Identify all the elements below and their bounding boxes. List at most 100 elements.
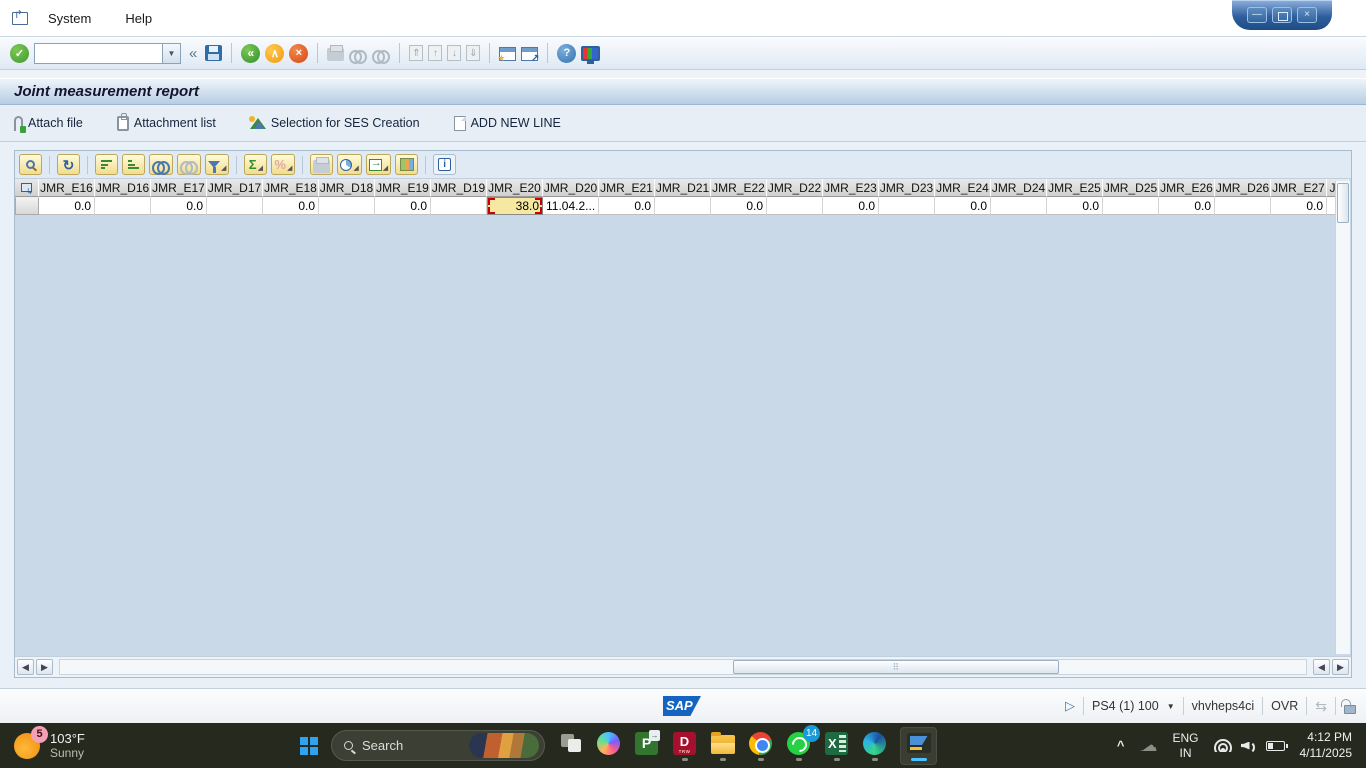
taskbar-item-chrome[interactable] <box>748 731 773 761</box>
column-header[interactable]: JMR_E17 <box>151 179 207 197</box>
print-button[interactable] <box>310 154 334 175</box>
grid-cell[interactable]: 0.0 <box>823 197 879 215</box>
start-button[interactable] <box>300 736 318 755</box>
horizontal-scrollbar[interactable] <box>59 659 1307 675</box>
column-header[interactable]: JMR_D21 <box>655 179 711 197</box>
column-header[interactable]: JMR_D25 <box>1103 179 1159 197</box>
export-button[interactable]: ◢ <box>365 154 392 175</box>
column-header[interactable]: JMR_D16 <box>95 179 151 197</box>
taskbar-item-task-view[interactable] <box>558 731 583 761</box>
subtotal-button[interactable]: % ◢ <box>271 154 296 175</box>
grid-cell[interactable] <box>1103 197 1159 215</box>
column-header[interactable]: JMR_E19 <box>375 179 431 197</box>
column-header[interactable]: JMR_E27 <box>1271 179 1327 197</box>
grid-cell[interactable]: 0.0 <box>263 197 319 215</box>
command-field[interactable] <box>34 42 162 64</box>
refresh-button[interactable]: ↻ <box>57 154 80 175</box>
grid-cell[interactable] <box>655 197 711 215</box>
save-icon[interactable] <box>205 45 223 61</box>
column-header[interactable]: JMR_E18 <box>263 179 319 197</box>
grid-cell[interactable] <box>207 197 263 215</box>
page-up-icon[interactable]: ↑ <box>428 45 443 61</box>
column-header[interactable]: JMR_E26 <box>1159 179 1215 197</box>
page-down-icon[interactable]: ↓ <box>447 45 462 61</box>
grid-cell[interactable]: 0.0 <box>711 197 767 215</box>
customize-layout-icon[interactable] <box>581 45 601 64</box>
vertical-scrollbar-thumb[interactable] <box>1337 183 1349 223</box>
taskbar-item-excel[interactable]: X <box>824 731 849 761</box>
grid-cell[interactable]: 0.0 <box>935 197 991 215</box>
restore-button[interactable] <box>1272 7 1292 23</box>
find-next-button[interactable] <box>177 154 201 175</box>
ses-creation-button[interactable]: Selection for SES Creation <box>248 115 420 130</box>
status-expand-icon[interactable]: ▷ <box>1065 698 1075 714</box>
column-header[interactable]: JMR_E21 <box>599 179 655 197</box>
find-button[interactable] <box>149 154 173 175</box>
grid-cell[interactable]: 0.0 <box>39 197 95 215</box>
column-header[interactable]: JMR_E23 <box>823 179 879 197</box>
enter-icon[interactable]: ✓ <box>10 43 29 63</box>
grid-cell[interactable]: 0.0 <box>375 197 431 215</box>
grid-cell[interactable] <box>991 197 1047 215</box>
grid-cell-selected[interactable]: 38.0 <box>487 197 543 215</box>
tray-chevron-icon[interactable]: ^ <box>1117 738 1125 753</box>
select-all-cell[interactable] <box>15 179 39 197</box>
menu-help[interactable]: Help <box>121 9 156 28</box>
details-button[interactable] <box>19 154 42 175</box>
column-header[interactable]: JMR_D23 <box>879 179 935 197</box>
clock[interactable]: 4:12 PM 4/11/2025 <box>1300 730 1353 761</box>
scroll-right-icon[interactable]: ▶ <box>36 659 53 675</box>
grid-cell[interactable]: 0.0 <box>1047 197 1103 215</box>
help-icon[interactable]: ? <box>557 43 577 63</box>
grid-cell[interactable] <box>319 197 375 215</box>
onedrive-paused-icon[interactable]: ☁ <box>1139 735 1157 756</box>
system-menu-icon[interactable] <box>12 8 28 25</box>
attachment-list-button[interactable]: Attachment list <box>116 112 216 131</box>
insert-mode-label[interactable]: OVR <box>1271 699 1298 713</box>
row-selector[interactable] <box>15 197 39 215</box>
sort-ascending-button[interactable] <box>95 154 118 175</box>
scroll-right-icon[interactable]: ▶ <box>1332 659 1349 675</box>
system-dropdown-icon[interactable]: ▼ <box>1167 702 1175 711</box>
taskbar-item-copilot[interactable] <box>596 731 621 761</box>
exit-icon[interactable]: ∧ <box>265 43 285 63</box>
taskbar-item-sap-logon-active[interactable] <box>900 726 937 765</box>
command-field-dropdown-icon[interactable]: ▼ <box>162 42 181 64</box>
taskbar-item-file-explorer[interactable] <box>710 731 735 761</box>
grid-cell[interactable] <box>431 197 487 215</box>
collapse-toolbar-icon[interactable]: « <box>189 45 197 62</box>
column-header[interactable]: JMR_E16 <box>39 179 95 197</box>
column-header[interactable]: JMR_E25 <box>1047 179 1103 197</box>
grid-cell[interactable]: 0.0 <box>151 197 207 215</box>
taskbar-item-d-trw[interactable]: D <box>672 731 697 761</box>
grid-cell[interactable] <box>1215 197 1271 215</box>
views-button[interactable]: ◢ <box>337 154 362 175</box>
grid-cell[interactable]: 11.04.2... <box>543 197 599 215</box>
column-header[interactable]: JMR_D18 <box>319 179 375 197</box>
horizontal-scrollbar-thumb[interactable] <box>732 660 1059 674</box>
back-icon[interactable]: « <box>241 43 261 63</box>
menu-system[interactable]: System <box>44 9 95 28</box>
grid-cell[interactable]: 0.0 <box>1271 197 1327 215</box>
column-header[interactable]: JMR_D17 <box>207 179 263 197</box>
column-header[interactable]: JMR_E20 <box>487 179 543 197</box>
grid-cell[interactable]: 0.0 <box>1159 197 1215 215</box>
first-page-icon[interactable]: ⇑ <box>409 45 424 61</box>
print-icon[interactable] <box>327 45 345 61</box>
scroll-left-icon[interactable]: ◀ <box>1313 659 1330 675</box>
scroll-left-icon[interactable]: ◀ <box>17 659 34 675</box>
column-header[interactable]: JMR_D24 <box>991 179 1047 197</box>
attach-file-button[interactable]: Attach file <box>14 115 83 133</box>
taskbar-item-project[interactable]: P <box>634 729 660 761</box>
column-header[interactable]: JMR_D20 <box>543 179 599 197</box>
filter-button[interactable]: ◢ <box>205 154 230 175</box>
choose-layout-button[interactable] <box>395 154 419 175</box>
vertical-scrollbar[interactable] <box>1335 181 1350 654</box>
total-button[interactable]: Σ ◢ <box>244 154 268 175</box>
column-header[interactable]: JMR_D19 <box>431 179 487 197</box>
search-box[interactable]: Search <box>331 730 545 761</box>
taskbar-item-edge[interactable] <box>862 731 887 761</box>
sort-descending-button[interactable] <box>122 154 145 175</box>
system-session-label[interactable]: PS4 (1) 100 <box>1092 699 1159 713</box>
find-next-icon[interactable] <box>372 49 391 64</box>
